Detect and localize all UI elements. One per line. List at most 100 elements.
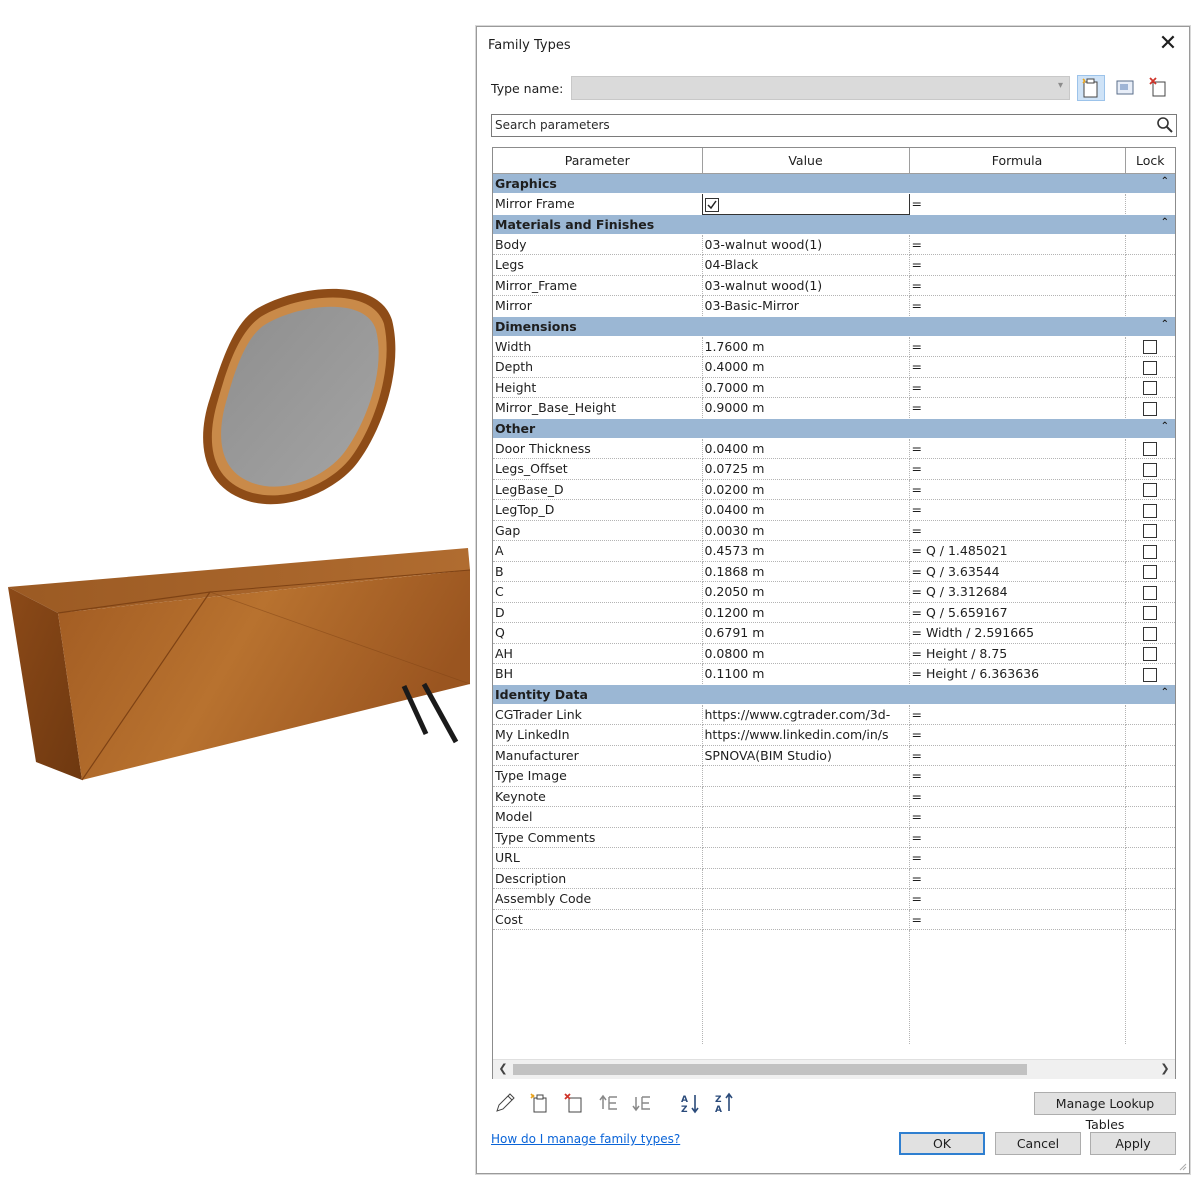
resize-grip-icon[interactable]: [1177, 1161, 1187, 1171]
parameter-formula[interactable]: =: [909, 909, 1126, 930]
lock-checkbox[interactable]: [1143, 524, 1158, 538]
lock-checkbox[interactable]: [1143, 647, 1158, 661]
parameter-formula[interactable]: =: [909, 765, 1126, 787]
parameter-value[interactable]: 0.0400 m: [702, 499, 910, 521]
parameter-name[interactable]: Type Comments: [493, 827, 703, 848]
lock-checkbox[interactable]: [1143, 667, 1158, 682]
parameter-row[interactable]: BH 0.1100 m = Height / 6.363636: [493, 663, 1175, 685]
parameter-name[interactable]: B: [493, 561, 703, 582]
parameter-name[interactable]: A: [493, 540, 703, 562]
parameter-value[interactable]: 0.0800 m: [702, 643, 910, 664]
parameter-name[interactable]: Description: [493, 868, 703, 889]
group-header[interactable]: Other ⌃: [493, 417, 1175, 439]
parameter-name[interactable]: AH: [493, 643, 703, 664]
parameter-value[interactable]: 0.9000 m: [702, 397, 910, 419]
ok-button[interactable]: OK: [899, 1132, 985, 1155]
parameter-value[interactable]: 0.0200 m: [702, 479, 910, 500]
parameter-row[interactable]: Model =: [493, 806, 1175, 828]
search-parameters-field[interactable]: [491, 114, 1177, 137]
parameter-row[interactable]: Mirror Frame =: [493, 193, 1175, 215]
parameter-formula[interactable]: = Q / 5.659167: [909, 602, 1126, 623]
parameter-name[interactable]: Door Thickness: [493, 438, 703, 459]
parameter-value[interactable]: [702, 786, 910, 807]
parameter-value[interactable]: 03-walnut wood(1): [702, 275, 910, 296]
move-down-button[interactable]: [630, 1091, 654, 1115]
delete-type-button[interactable]: [1146, 75, 1174, 101]
parameter-value[interactable]: [702, 827, 910, 848]
parameter-lock[interactable]: [1125, 336, 1175, 357]
parameter-lock[interactable]: [1125, 581, 1175, 603]
parameter-value[interactable]: 0.4000 m: [702, 356, 910, 378]
help-link[interactable]: How do I manage family types?: [491, 1132, 680, 1146]
apply-button[interactable]: Apply: [1090, 1132, 1176, 1155]
parameter-row[interactable]: URL =: [493, 847, 1175, 869]
parameter-value[interactable]: https://www.cgtrader.com/3d-: [702, 704, 910, 725]
lock-checkbox[interactable]: [1143, 462, 1158, 477]
parameter-lock[interactable]: [1125, 520, 1175, 541]
checkbox[interactable]: [704, 197, 719, 212]
group-header-cell[interactable]: Dimensions ⌃: [493, 315, 1175, 337]
lock-checkbox[interactable]: [1143, 606, 1158, 620]
parameter-formula[interactable]: =: [909, 397, 1126, 419]
lock-checkbox[interactable]: [1143, 544, 1158, 559]
parameter-lock[interactable]: [1125, 499, 1175, 521]
lock-checkbox[interactable]: [1143, 360, 1158, 375]
horizontal-scrollbar[interactable]: ❮ ❯: [493, 1059, 1175, 1079]
parameter-value[interactable]: [701, 193, 910, 215]
parameter-value[interactable]: [702, 847, 910, 869]
parameter-formula[interactable]: =: [909, 254, 1126, 276]
parameter-value[interactable]: [702, 806, 910, 828]
parameter-row[interactable]: LegTop_D 0.0400 m =: [493, 499, 1175, 521]
parameter-row[interactable]: Depth 0.4000 m =: [493, 356, 1175, 378]
collapse-icon[interactable]: ⌃: [1161, 217, 1169, 228]
parameter-formula[interactable]: = Height / 8.75: [909, 643, 1126, 664]
parameter-value[interactable]: [702, 909, 910, 930]
parameter-row[interactable]: Legs_Offset 0.0725 m =: [493, 458, 1175, 480]
parameter-formula[interactable]: =: [909, 786, 1126, 807]
parameter-name[interactable]: Gap: [493, 520, 703, 541]
parameter-value[interactable]: 0.7000 m: [702, 377, 910, 398]
parameter-row[interactable]: Door Thickness 0.0400 m =: [493, 438, 1175, 459]
parameter-row[interactable]: Width 1.7600 m =: [493, 336, 1175, 357]
parameter-formula[interactable]: =: [909, 827, 1126, 848]
sort-ascending-button[interactable]: A Z: [679, 1091, 703, 1115]
lock-checkbox[interactable]: [1143, 503, 1158, 518]
parameter-row[interactable]: AH 0.0800 m = Height / 8.75: [493, 643, 1175, 664]
parameter-row[interactable]: Q 0.6791 m = Width / 2.591665: [493, 622, 1175, 644]
parameter-name[interactable]: D: [493, 602, 703, 623]
parameter-row[interactable]: A 0.4573 m = Q / 1.485021: [493, 540, 1175, 562]
group-header[interactable]: Dimensions ⌃: [493, 315, 1175, 337]
manage-lookup-tables-button[interactable]: Manage Lookup Tables: [1034, 1092, 1176, 1132]
parameter-name[interactable]: LegTop_D: [493, 499, 703, 521]
parameter-value[interactable]: 0.1200 m: [702, 602, 910, 623]
parameter-formula[interactable]: = Q / 1.485021: [909, 540, 1126, 562]
cancel-button[interactable]: Cancel: [995, 1132, 1081, 1155]
parameter-formula[interactable]: =: [909, 479, 1126, 500]
parameter-formula[interactable]: =: [909, 356, 1126, 378]
parameter-value[interactable]: [702, 888, 910, 910]
parameter-value[interactable]: 0.1100 m: [702, 663, 910, 685]
parameter-value[interactable]: 04-Black: [702, 254, 910, 276]
parameter-row[interactable]: My LinkedIn https://www.linkedin.com/in/s…: [493, 724, 1175, 746]
parameter-value[interactable]: 0.2050 m: [702, 581, 910, 603]
parameter-row[interactable]: Height 0.7000 m =: [493, 377, 1175, 398]
parameter-row[interactable]: B 0.1868 m = Q / 3.63544: [493, 561, 1175, 582]
parameter-value[interactable]: 1.7600 m: [702, 336, 910, 357]
parameter-name[interactable]: Legs_Offset: [493, 458, 703, 480]
parameter-name[interactable]: C: [493, 581, 703, 603]
column-header-lock[interactable]: Lock: [1124, 148, 1175, 174]
parameter-lock[interactable]: [1125, 377, 1175, 398]
scroll-right-icon[interactable]: ❯: [1158, 1062, 1172, 1075]
parameter-row[interactable]: CGTrader Link https://www.cgtrader.com/3d…: [493, 704, 1175, 725]
parameter-name[interactable]: LegBase_D: [493, 479, 703, 500]
parameter-name[interactable]: Mirror_Base_Height: [493, 397, 703, 419]
delete-parameter-button[interactable]: [562, 1091, 586, 1115]
parameter-formula[interactable]: =: [909, 499, 1126, 521]
scrollbar-thumb[interactable]: [513, 1064, 1027, 1075]
parameter-name[interactable]: URL: [493, 847, 703, 869]
lock-checkbox[interactable]: [1143, 626, 1158, 641]
parameter-row[interactable]: C 0.2050 m = Q / 3.312684: [493, 581, 1175, 603]
parameter-row[interactable]: Keynote =: [493, 786, 1175, 807]
parameter-value[interactable]: 0.4573 m: [702, 540, 910, 562]
parameter-row[interactable]: Body 03-walnut wood(1) =: [493, 234, 1175, 255]
